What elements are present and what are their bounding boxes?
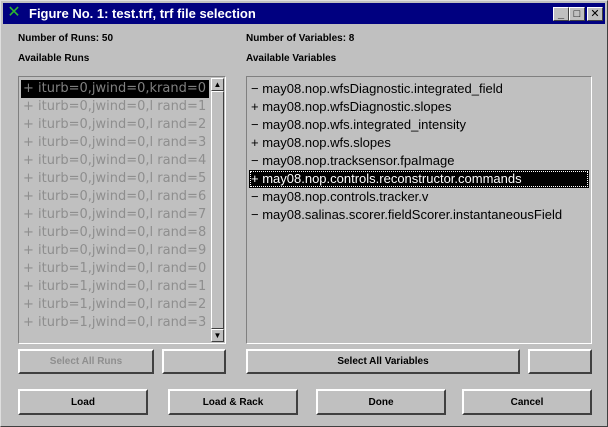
run-list-item[interactable]: + iturb=0,jwind=0,l rand=9	[21, 242, 209, 260]
run-list-item[interactable]: + iturb=1,jwind=0,l rand=3	[21, 314, 209, 332]
runs-listbox[interactable]: + iturb=0,jwind=0,krand=0 + iturb=0,jwind…	[18, 76, 226, 344]
title-bar[interactable]: ✕ Figure No. 1: test.trf, trf file selec…	[3, 3, 605, 24]
variable-list-item[interactable]: − may08.nop.wfsDiagnostic.integrated_fie…	[249, 80, 589, 98]
variables-listbox[interactable]: − may08.nop.wfsDiagnostic.integrated_fie…	[246, 76, 592, 344]
run-list-item[interactable]: + iturb=0,jwind=0,l rand=7	[21, 206, 209, 224]
select-all-variables-button[interactable]: Select All Variables	[246, 349, 520, 374]
run-list-item[interactable]: + iturb=0,jwind=0,l rand=5	[21, 170, 209, 188]
done-button[interactable]: Done	[316, 389, 446, 415]
maximize-button[interactable]: □	[569, 7, 585, 21]
run-list-item[interactable]: + iturb=0,jwind=0,l rand=8	[21, 224, 209, 242]
runs-list-items: + iturb=0,jwind=0,krand=0 + iturb=0,jwind…	[21, 80, 209, 332]
runs-count-field[interactable]	[162, 349, 226, 374]
variables-heading: Available Variables	[246, 53, 337, 64]
run-list-item[interactable]: + iturb=0,jwind=0,l rand=3	[21, 134, 209, 152]
run-list-item[interactable]: + iturb=0,jwind=0,l rand=2	[21, 116, 209, 134]
run-list-item[interactable]: + iturb=0,jwind=0,l rand=6	[21, 188, 209, 206]
window-title: Figure No. 1: test.trf, trf file selecti…	[29, 6, 256, 21]
variable-list-item[interactable]: − may08.nop.controls.tracker.v	[249, 188, 589, 206]
runs-scrollbar[interactable]: ▲ ▼	[211, 78, 224, 342]
minimize-button[interactable]: _	[553, 7, 569, 21]
variable-list-item[interactable]: + may08.nop.wfs.slopes	[249, 134, 589, 152]
figure-window: ✕ Figure No. 1: test.trf, trf file selec…	[0, 0, 608, 427]
variable-list-item[interactable]: + may08.nop.wfsDiagnostic.slopes	[249, 98, 589, 116]
runs-heading: Available Runs	[18, 53, 90, 64]
run-list-item[interactable]: + iturb=0,jwind=0,krand=0	[21, 80, 209, 98]
cancel-button[interactable]: Cancel	[462, 389, 592, 415]
variable-list-item[interactable]: + may08.nop.controls.reconstructor.comma…	[249, 170, 589, 188]
run-list-item[interactable]: + iturb=0,jwind=0,l rand=4	[21, 152, 209, 170]
up-arrow-icon[interactable]: ▲	[211, 78, 224, 91]
variable-list-item[interactable]: − may08.nop.wfs.integrated_intensity	[249, 116, 589, 134]
variable-list-item[interactable]: − may08.nop.tracksensor.fpaImage	[249, 152, 589, 170]
variables-count-label: Number of Variables: 8	[246, 33, 355, 44]
load-rack-button[interactable]: Load & Rack	[168, 389, 298, 415]
load-button[interactable]: Load	[18, 389, 148, 415]
run-list-item[interactable]: + iturb=1,jwind=0,l rand=0	[21, 260, 209, 278]
runs-count-label: Number of Runs: 50	[18, 33, 114, 44]
close-button[interactable]: ✕	[587, 7, 603, 21]
app-icon: ✕	[7, 4, 21, 21]
variables-count-field[interactable]	[528, 349, 592, 374]
down-arrow-icon[interactable]: ▼	[211, 329, 224, 342]
run-list-item[interactable]: + iturb=1,jwind=0,l rand=2	[21, 296, 209, 314]
scrollbar-thumb[interactable]	[211, 91, 224, 329]
select-all-runs-button[interactable]: Select All Runs	[18, 349, 154, 374]
run-list-item[interactable]: + iturb=1,jwind=0,l rand=1	[21, 278, 209, 296]
run-list-item[interactable]: + iturb=0,jwind=0,l rand=1	[21, 98, 209, 116]
variables-list-items: − may08.nop.wfsDiagnostic.integrated_fie…	[249, 80, 589, 224]
variable-list-item[interactable]: − may08.salinas.scorer.fieldScorer.insta…	[249, 206, 589, 224]
